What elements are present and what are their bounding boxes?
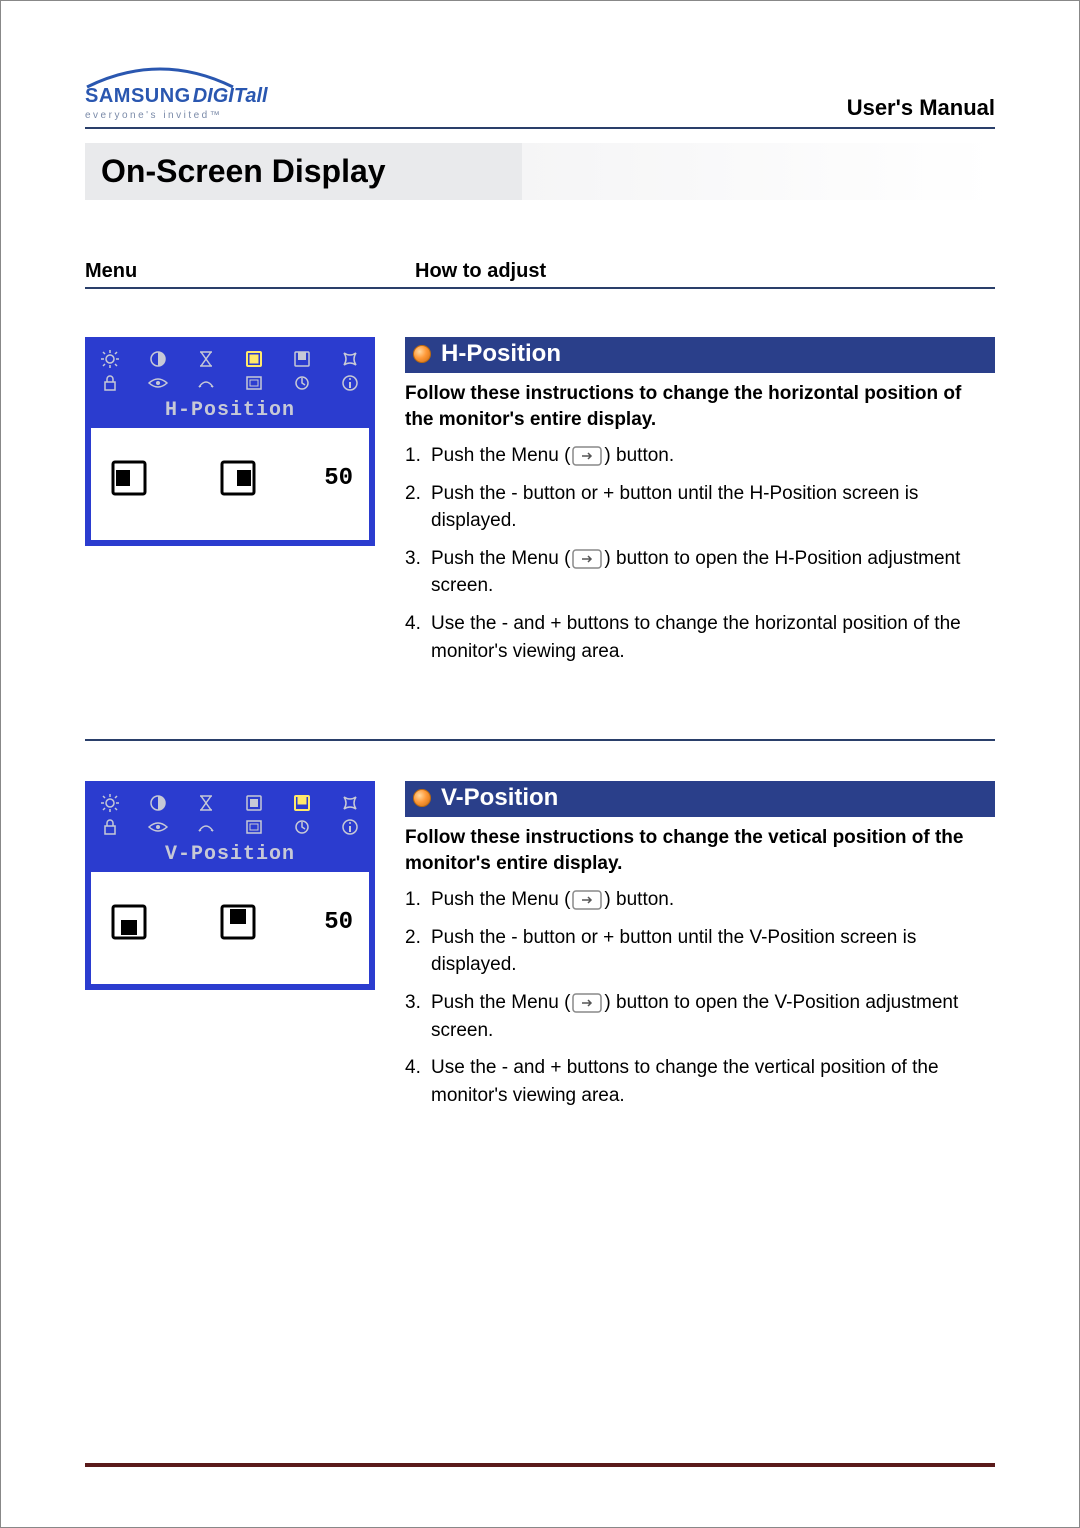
hourglass-icon <box>193 348 219 370</box>
osd-label-v: V-Position <box>91 841 369 872</box>
logo-arc-icon <box>85 65 235 89</box>
info-icon <box>337 372 363 394</box>
instr-steps-v: 1.Push the Menu () button. 2.Push the - … <box>405 886 995 1109</box>
size-icon <box>241 372 267 394</box>
osd-value-v: 50 <box>324 909 353 936</box>
reset-icon <box>289 816 315 838</box>
instr-step: 3.Push the Menu () button to open the V-… <box>405 989 995 1044</box>
instr-step: 1.Push the Menu () button. <box>405 886 995 914</box>
title-band: On-Screen Display <box>85 143 995 200</box>
menu-button-icon <box>572 993 602 1013</box>
menu-button-icon <box>572 446 602 466</box>
instr-step: 4.Use the - and + buttons to change the … <box>405 610 995 665</box>
brightness-icon <box>97 348 123 370</box>
instr-steps-h: 1.Push the Menu () button. 2.Push the - … <box>405 442 995 665</box>
column-header-row: Menu How to adjust <box>85 260 995 289</box>
menu-button-icon <box>572 890 602 910</box>
instr-step: 3.Push the Menu () button to open the H-… <box>405 545 995 600</box>
v-up-icon <box>216 900 260 944</box>
instr-lead-h: Follow these instructions to change the … <box>405 381 995 432</box>
v-position-icon <box>289 792 315 814</box>
contrast-icon <box>145 792 171 814</box>
hourglass-icon <box>193 792 219 814</box>
column-menu-label: Menu <box>85 260 375 283</box>
logo: SAMSUNG DIGITall everyone's invited™ <box>85 65 268 121</box>
v-position-icon <box>289 348 315 370</box>
logo-tagline: everyone's invited™ <box>85 110 268 121</box>
instr-title-text-h: H-Position <box>441 340 561 368</box>
eye-icon <box>145 372 171 394</box>
tilt-icon <box>193 816 219 838</box>
pincushion-icon <box>337 348 363 370</box>
footer-rule <box>85 1463 995 1467</box>
osd-value-h: 50 <box>324 465 353 492</box>
instr-step: 2.Push the - button or + button until th… <box>405 924 995 979</box>
header-rule <box>85 127 995 129</box>
instr-step: 4.Use the - and + buttons to change the … <box>405 1054 995 1109</box>
h-position-icon <box>241 348 267 370</box>
v-down-icon <box>107 900 151 944</box>
h-position-icon <box>241 792 267 814</box>
instructions-v: V-Position Follow these instructions to … <box>405 781 995 1119</box>
osd-body-v: 50 <box>91 872 369 984</box>
osd-body-h: 50 <box>91 428 369 540</box>
page-title: On-Screen Display <box>101 153 979 190</box>
contrast-icon <box>145 348 171 370</box>
instr-step: 2.Push the - button or + button until th… <box>405 480 995 535</box>
section-separator <box>85 739 995 741</box>
osd-icon-grid <box>91 343 369 397</box>
osd-panel-v: V-Position 50 <box>85 781 375 990</box>
instructions-h: H-Position Follow these instructions to … <box>405 337 995 675</box>
info-icon <box>337 816 363 838</box>
lock-icon <box>97 372 123 394</box>
lock-icon <box>97 816 123 838</box>
instr-lead-v: Follow these instructions to change the … <box>405 825 995 876</box>
header-row: SAMSUNG DIGITall everyone's invited™ Use… <box>85 65 995 121</box>
brightness-icon <box>97 792 123 814</box>
reset-icon <box>289 372 315 394</box>
instr-title-text-v: V-Position <box>441 784 558 812</box>
instr-title-v: V-Position <box>405 781 995 817</box>
bullet-icon <box>413 789 431 807</box>
osd-label-h: H-Position <box>91 397 369 428</box>
manual-page: SAMSUNG DIGITall everyone's invited™ Use… <box>0 0 1080 1528</box>
section-v-position: V-Position 50 V-Position Follow these in… <box>85 781 995 1119</box>
eye-icon <box>145 816 171 838</box>
size-icon <box>241 816 267 838</box>
users-manual-label: User's Manual <box>847 95 995 121</box>
instr-title-h: H-Position <box>405 337 995 373</box>
tilt-icon <box>193 372 219 394</box>
section-h-position: H-Position 50 H-Position Follow these in… <box>85 337 995 675</box>
pincushion-icon <box>337 792 363 814</box>
column-howto-label: How to adjust <box>415 260 995 283</box>
menu-button-icon <box>572 549 602 569</box>
instr-step: 1.Push the Menu () button. <box>405 442 995 470</box>
bullet-icon <box>413 345 431 363</box>
osd-panel-h: H-Position 50 <box>85 337 375 546</box>
osd-icon-grid <box>91 787 369 841</box>
h-right-icon <box>216 456 260 500</box>
h-left-icon <box>107 456 151 500</box>
